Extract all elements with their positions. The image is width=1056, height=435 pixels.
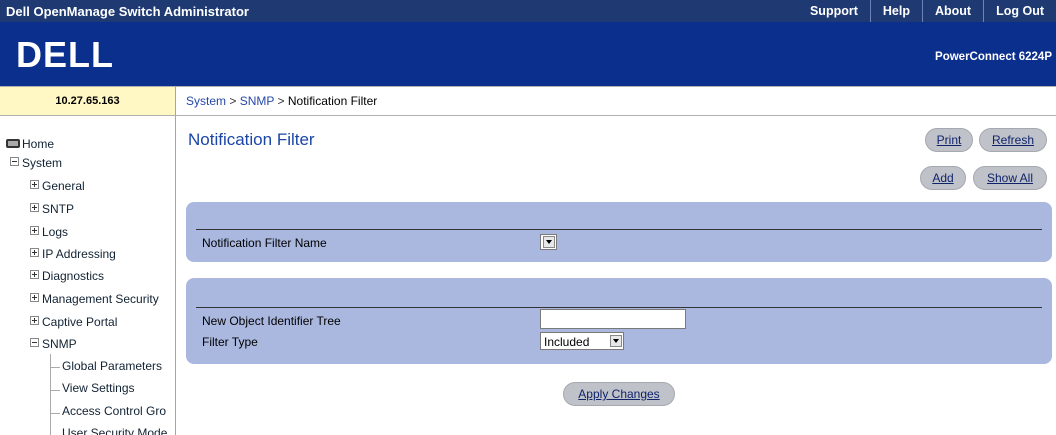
sidebar-item-logs[interactable]: Logs [30, 225, 68, 239]
sidebar-item-management-security[interactable]: Management Security [30, 292, 159, 306]
sidebar-item-snmp[interactable]: SNMP [30, 337, 77, 351]
apply-changes-button[interactable]: Apply Changes [563, 382, 675, 406]
home-icon [6, 139, 20, 148]
new-oid-input[interactable] [540, 309, 686, 329]
filter-name-select[interactable] [540, 234, 557, 250]
new-filter-panel: New Object Identifier Tree Filter Type I… [186, 278, 1052, 364]
new-oid-label: New Object Identifier Tree [202, 314, 341, 328]
about-link[interactable]: About [921, 0, 983, 22]
expand-icon [30, 248, 39, 257]
sidebar-item-label: Captive Portal [42, 315, 118, 329]
expand-icon [30, 226, 39, 235]
breadcrumb-separator: > [277, 94, 285, 108]
refresh-button[interactable]: Refresh [979, 128, 1047, 152]
device-model: PowerConnect 6224P [935, 51, 1052, 63]
sidebar-item-label: Diagnostics [42, 269, 105, 283]
dell-logo: DELL [16, 34, 114, 75]
help-link[interactable]: Help [869, 0, 922, 22]
tree-line [50, 367, 60, 368]
sidebar-item-captive-portal[interactable]: Captive Portal [30, 315, 117, 329]
sidebar-item-access-control[interactable]: Access Control Gro [62, 404, 166, 418]
collapse-icon [10, 157, 19, 166]
panel-divider [196, 229, 1042, 230]
expand-icon [30, 203, 39, 212]
sidebar-item-label: Home [22, 137, 55, 151]
sidebar-item-diagnostics[interactable]: Diagnostics [30, 269, 104, 283]
chevron-down-icon [610, 335, 622, 347]
filter-name-label: Notification Filter Name [202, 236, 327, 250]
sidebar-item-label: General [42, 179, 85, 193]
tree-line [50, 413, 60, 414]
show-all-button[interactable]: Show All [973, 166, 1047, 190]
expand-icon [30, 316, 39, 325]
breadcrumb-separator: > [229, 94, 237, 108]
filter-select-panel: Notification Filter Name [186, 202, 1052, 262]
page-title: Notification Filter [188, 130, 315, 149]
collapse-icon [30, 338, 39, 347]
breadcrumb-system[interactable]: System [186, 94, 226, 108]
sidebar-item-label: Management Security [42, 292, 159, 306]
top-links: Support Help About Log Out [798, 0, 1056, 22]
filter-type-select[interactable]: Included [540, 332, 624, 350]
expand-icon [30, 270, 39, 279]
ip-address: 10.27.65.163 [0, 86, 176, 116]
sidebar-item-ip-addressing[interactable]: IP Addressing [30, 247, 116, 261]
logout-link[interactable]: Log Out [983, 0, 1056, 22]
sidebar-item-global-parameters[interactable]: Global Parameters [62, 359, 162, 373]
filter-type-value: Included [544, 335, 590, 349]
main-content: Notification Filter Print Refresh Add Sh… [176, 116, 1056, 435]
sidebar-item-view-settings[interactable]: View Settings [62, 381, 135, 395]
sidebar: Home System General SNTP Logs IP Address… [0, 116, 176, 435]
sidebar-item-sntp[interactable]: SNTP [30, 202, 74, 216]
top-bar: Dell OpenManage Switch Administrator Sup… [0, 0, 1056, 22]
tree-line [50, 390, 60, 391]
sidebar-item-label: Logs [42, 225, 69, 239]
breadcrumb: System > SNMP > Notification Filter [176, 86, 1056, 116]
panel-divider [196, 307, 1042, 308]
sidebar-item-user-security[interactable]: User Security Mode [62, 426, 167, 435]
support-link[interactable]: Support [798, 0, 870, 22]
breadcrumb-snmp[interactable]: SNMP [240, 94, 274, 108]
app-title: Dell OpenManage Switch Administrator [6, 4, 249, 19]
sidebar-item-label: System [22, 156, 63, 170]
sidebar-item-label: SNMP [42, 337, 77, 351]
chevron-down-icon [543, 236, 555, 248]
sidebar-item-label: IP Addressing [42, 247, 116, 261]
expand-icon [30, 180, 39, 189]
add-button[interactable]: Add [920, 166, 966, 190]
brand-bar: DELL PowerConnect 6224P [0, 22, 1056, 86]
expand-icon [30, 293, 39, 302]
sidebar-item-home[interactable]: Home [6, 137, 54, 151]
filter-type-label: Filter Type [202, 335, 258, 349]
svg-text:DELL: DELL [16, 34, 114, 75]
breadcrumb-current: Notification Filter [287, 94, 378, 108]
sidebar-item-general[interactable]: General [30, 179, 85, 193]
sidebar-item-system[interactable]: System [10, 156, 62, 170]
print-button[interactable]: Print [925, 128, 973, 152]
sidebar-item-label: SNTP [42, 202, 75, 216]
